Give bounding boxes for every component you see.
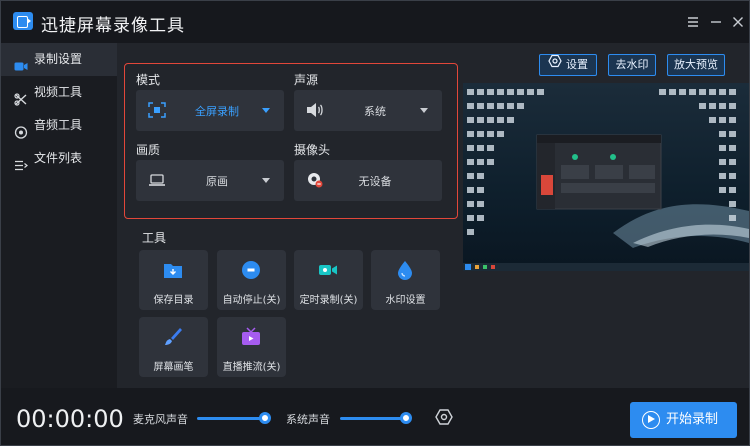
scheduled-record-button[interactable]: 定时录制(关)	[294, 250, 363, 310]
camera-value: 无设备	[358, 175, 392, 188]
settings-button-label: 设置	[566, 58, 588, 71]
folder-icon	[163, 260, 183, 280]
audio-source-value: 系统	[364, 105, 386, 118]
stop-circle-icon	[241, 260, 261, 280]
start-recording-button[interactable]: 开始录制	[630, 402, 737, 438]
system-volume-slider[interactable]	[340, 417, 406, 420]
mic-volume-label: 麦克风声音	[133, 413, 188, 426]
tv-icon	[241, 327, 261, 347]
system-volume-handle[interactable]	[400, 412, 412, 424]
sidebar-item-audio-tools[interactable]: 音频工具	[1, 109, 117, 142]
camera-select[interactable]: 无设备	[294, 160, 442, 201]
chevron-down-icon	[262, 108, 270, 113]
quality-label: 画质	[136, 143, 161, 157]
screen-pen-button[interactable]: 屏幕画笔	[139, 317, 208, 377]
mode-select[interactable]: 全屏录制	[136, 90, 284, 131]
app-title: 迅捷屏幕录像工具	[41, 16, 185, 36]
sidebar-item-label: 文件列表	[34, 151, 83, 165]
tool-label: 屏幕画笔	[153, 362, 194, 373]
minimize-icon[interactable]	[708, 14, 724, 30]
remove-watermark-button[interactable]: 去水印	[608, 54, 656, 76]
tool-label: 保存目录	[153, 295, 194, 306]
watermark-settings-button[interactable]: 水印设置	[371, 250, 440, 310]
tool-label: 定时录制(关)	[299, 295, 358, 306]
settings-icon	[548, 54, 562, 75]
chevron-down-icon	[420, 108, 428, 113]
menu-icon[interactable]	[685, 14, 701, 30]
fullscreen-icon	[148, 102, 166, 118]
sidebar: 录制设置 视频工具 音频工具 文件列表	[1, 43, 117, 388]
close-icon[interactable]	[730, 14, 746, 30]
desktop-screenshot-preview	[463, 83, 749, 271]
laptop-icon	[148, 172, 166, 188]
record-camera-icon	[14, 53, 28, 71]
record-settings-group: 模式 声源 全屏录制 系统 画质 摄像头 原画 无设备	[124, 63, 458, 219]
chevron-down-icon	[262, 178, 270, 183]
sidebar-item-label: 视频工具	[34, 85, 83, 99]
quality-select[interactable]: 原画	[136, 160, 284, 201]
settings-button[interactable]: 设置	[539, 54, 597, 76]
tool-label: 水印设置	[385, 295, 426, 306]
main-panel: 模式 声源 全屏录制 系统 画质 摄像头 原画 无设备 工具 保存目录 自动停止…	[117, 43, 749, 388]
audio-source-label: 声源	[294, 73, 319, 87]
audio-tools-icon	[14, 119, 28, 139]
save-folder-button[interactable]: 保存目录	[139, 250, 208, 310]
app-window: 迅捷屏幕录像工具 录制设置 视频工具 音频工具 文件列表 模式 声源 全屏录制 …	[0, 0, 750, 446]
enlarge-preview-button[interactable]: 放大预览	[667, 54, 725, 76]
tool-label: 自动停止(关)	[222, 295, 281, 306]
mode-value: 全屏录制	[195, 105, 239, 118]
system-volume-label: 系统声音	[286, 413, 330, 426]
sidebar-item-label: 音频工具	[34, 118, 83, 132]
quality-value: 原画	[206, 175, 228, 188]
sidebar-item-label: 录制设置	[34, 52, 83, 66]
file-list-icon	[14, 152, 28, 171]
tools-label: 工具	[142, 231, 167, 245]
webcam-disabled-icon	[306, 172, 324, 188]
screen-preview[interactable]	[463, 83, 749, 271]
app-logo-icon	[13, 12, 33, 30]
brush-icon	[163, 327, 183, 347]
auto-stop-button[interactable]: 自动停止(关)	[217, 250, 286, 310]
video-tools-icon	[14, 86, 28, 106]
live-stream-button[interactable]: 直播推流(关)	[217, 317, 286, 377]
audio-settings-icon[interactable]	[435, 408, 453, 426]
play-circle-icon	[642, 411, 660, 429]
mic-volume-handle[interactable]	[259, 412, 271, 424]
mic-volume-slider[interactable]	[197, 417, 265, 420]
audio-source-select[interactable]: 系统	[294, 90, 442, 131]
title-bar: 迅捷屏幕录像工具	[1, 1, 749, 43]
camera-label: 摄像头	[294, 143, 331, 157]
sidebar-item-file-list[interactable]: 文件列表	[1, 142, 117, 175]
bottom-bar: 00:00:00 麦克风声音 系统声音 开始录制	[1, 388, 749, 445]
recording-timer: 00:00:00	[16, 405, 124, 433]
water-drop-icon	[395, 260, 415, 280]
sidebar-item-record-settings[interactable]: 录制设置	[1, 43, 117, 76]
start-recording-label: 开始录制	[666, 412, 719, 427]
video-camera-icon	[318, 260, 338, 280]
sidebar-item-video-tools[interactable]: 视频工具	[1, 76, 117, 109]
mode-label: 模式	[136, 73, 161, 87]
tool-label: 直播推流(关)	[222, 362, 281, 373]
speaker-icon	[306, 102, 324, 118]
